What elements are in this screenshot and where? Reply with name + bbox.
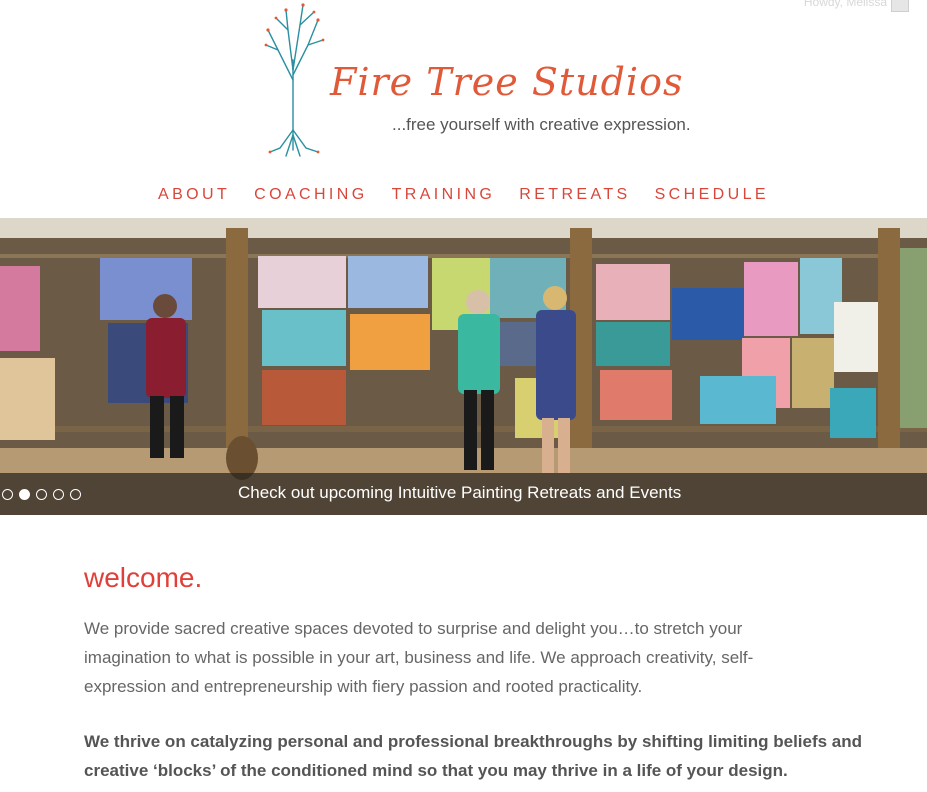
slide-dot-2[interactable] xyxy=(19,489,30,500)
hero-slider[interactable]: Check out upcoming Intuitive Painting Re… xyxy=(0,218,927,515)
slide-photo xyxy=(0,218,927,515)
nav-item-about[interactable]: ABOUT xyxy=(158,186,230,204)
nav-item-schedule[interactable]: SCHEDULE xyxy=(655,186,769,204)
admin-greeting[interactable]: Howdy, Melissa xyxy=(803,0,909,12)
user-avatar-icon xyxy=(891,0,909,12)
slide-dot-3[interactable] xyxy=(36,489,47,500)
slider-caption[interactable]: Check out upcoming Intuitive Painting Re… xyxy=(238,483,681,503)
nav-item-retreats[interactable]: RETREATS xyxy=(519,186,630,204)
intro-paragraph: We provide sacred creative spaces devote… xyxy=(84,619,754,696)
nav-item-training[interactable]: TRAINING xyxy=(392,186,496,204)
nav-item-coaching[interactable]: COACHING xyxy=(254,186,367,204)
site-title[interactable]: Fire Tree Studios xyxy=(330,60,683,104)
greeting-text: Howdy, Melissa xyxy=(803,0,887,9)
slider-caption-bar: Check out upcoming Intuitive Painting Re… xyxy=(0,473,927,515)
site-tagline: ...free yourself with creative expressio… xyxy=(392,115,691,134)
slide-dot-4[interactable] xyxy=(53,489,64,500)
welcome-heading: welcome. xyxy=(84,562,203,593)
slide-dot-5[interactable] xyxy=(70,489,81,500)
slide-dot-1[interactable] xyxy=(2,489,13,500)
emphasis-paragraph: We thrive on catalyzing personal and pro… xyxy=(84,732,863,780)
fire-tree-logo-icon xyxy=(264,3,325,157)
main-navigation: ABOUT COACHING TRAINING RETREATS SCHEDUL… xyxy=(0,186,927,204)
slider-pagination xyxy=(2,489,81,500)
